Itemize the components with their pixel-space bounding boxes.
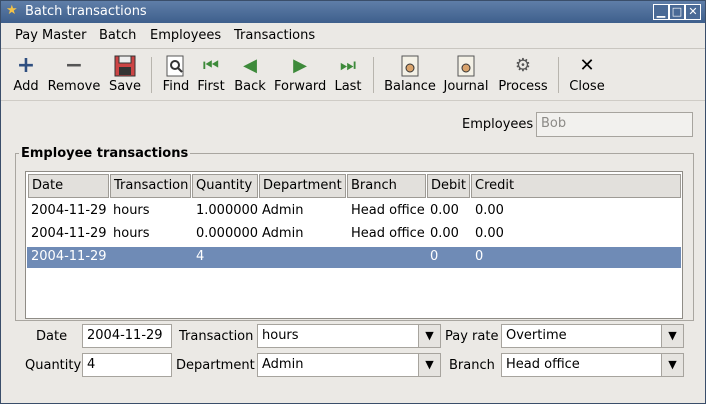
arrow-right-icon: ▶ (293, 55, 307, 76)
column-header-department[interactable]: Department (259, 174, 346, 198)
transactions-table[interactable]: Date Transaction Quantity Department Bra… (25, 171, 683, 319)
column-header-branch[interactable]: Branch (347, 174, 426, 198)
pay-rate-label: Pay rate (445, 329, 499, 344)
floppy-disk-icon (107, 55, 143, 77)
cell-date: 2004-11-29 (31, 203, 107, 218)
branch-select-value: Head office (506, 357, 580, 372)
save-button[interactable]: Save (107, 55, 143, 94)
cell-debit: 0.00 (430, 203, 459, 218)
cell-branch: Head office (351, 226, 425, 241)
branch-label: Branch (449, 358, 495, 373)
window-title: Batch transactions (25, 4, 147, 19)
pay-rate-select[interactable]: Overtime ▼ (501, 324, 684, 348)
remove-button[interactable]: − Remove (46, 53, 102, 95)
quantity-input[interactable]: 4 (82, 353, 172, 377)
column-header-date[interactable]: Date (28, 174, 109, 198)
menu-employees[interactable]: Employees (150, 28, 221, 43)
chevron-down-icon[interactable]: ▼ (661, 325, 683, 347)
first-button[interactable]: ⏮ First (196, 55, 226, 94)
journal-button[interactable]: Journal (442, 55, 490, 94)
department-select[interactable]: Admin ▼ (257, 353, 441, 377)
department-select-value: Admin (262, 357, 304, 372)
cell-credit: 0 (475, 249, 484, 264)
date-label: Date (36, 329, 68, 344)
cell-department: Admin (262, 203, 304, 218)
toolbar-separator (151, 57, 152, 93)
app-star-icon: ★ (6, 3, 18, 18)
balance-button[interactable]: Balance (383, 55, 437, 94)
chevron-down-icon[interactable]: ▼ (661, 354, 683, 376)
transaction-select[interactable]: hours ▼ (257, 324, 441, 348)
minimize-button[interactable]: ▁ (653, 4, 669, 20)
magnifier-icon (161, 55, 191, 77)
first-record-icon: ⏮ (202, 55, 220, 76)
branch-select[interactable]: Head office ▼ (501, 353, 684, 377)
frame-title: Employee transactions (19, 146, 191, 161)
quantity-label: Quantity (25, 358, 82, 373)
menu-batch[interactable]: Batch (99, 28, 136, 43)
cell-debit: 0 (430, 249, 439, 264)
batch-transactions-window: ★ Batch transactions ▁ □ ✕ Pay Master Ba… (0, 0, 706, 404)
date-input[interactable]: 2004-11-29 (82, 324, 172, 348)
add-button[interactable]: + Add (11, 53, 41, 95)
employees-field[interactable]: Bob (536, 112, 693, 137)
close-window-button[interactable]: ✕ (685, 4, 701, 20)
close-button[interactable]: ✕ Close (569, 55, 605, 94)
cell-credit: 0.00 (475, 203, 504, 218)
table-row[interactable]: 2004-11-29 hours 1.000000 Admin Head off… (27, 201, 681, 222)
title-bar: ★ Batch transactions ▁ □ ✕ (1, 1, 705, 23)
arrow-left-icon: ◀ (243, 55, 257, 76)
menu-transactions[interactable]: Transactions (234, 28, 315, 43)
menu-bar: Pay Master Batch Employees Transactions (1, 23, 705, 49)
toolbar-separator (558, 57, 559, 93)
cell-quantity: 0.000000 (196, 226, 259, 241)
cell-department: Admin (262, 226, 304, 241)
cell-debit: 0.00 (430, 226, 459, 241)
employees-label: Employees (462, 117, 534, 132)
back-button[interactable]: ◀ Back (233, 55, 267, 94)
chevron-down-icon[interactable]: ▼ (418, 325, 440, 347)
department-label: Department (176, 358, 255, 373)
table-row-selected[interactable]: 2004-11-29 4 0 0 (27, 247, 681, 268)
last-record-icon: ⏭ (339, 55, 357, 76)
journal-document-icon (442, 55, 490, 77)
column-header-credit[interactable]: Credit (471, 174, 681, 198)
transaction-select-value: hours (262, 328, 299, 343)
cell-branch: Head office (351, 203, 425, 218)
toolbar-separator (373, 57, 374, 93)
cell-quantity: 1.000000 (196, 203, 259, 218)
close-icon: ✕ (579, 55, 595, 76)
process-button[interactable]: ⚙ Process (497, 55, 549, 94)
find-button[interactable]: Find (161, 55, 191, 94)
gears-icon: ⚙ (514, 55, 532, 76)
chevron-down-icon[interactable]: ▼ (418, 354, 440, 376)
menu-pay-master[interactable]: Pay Master (15, 28, 86, 43)
cell-credit: 0.00 (475, 226, 504, 241)
cell-date: 2004-11-29 (31, 249, 107, 264)
plus-icon: + (16, 53, 36, 78)
cell-date: 2004-11-29 (31, 226, 107, 241)
cell-transaction: hours (113, 203, 150, 218)
last-button[interactable]: ⏭ Last (332, 55, 364, 94)
balance-document-icon (383, 55, 437, 77)
table-row[interactable]: 2004-11-29 hours 0.000000 Admin Head off… (27, 224, 681, 245)
column-header-debit[interactable]: Debit (427, 174, 470, 198)
pay-rate-select-value: Overtime (506, 328, 567, 343)
transaction-label: Transaction (179, 329, 254, 344)
cell-quantity: 4 (196, 249, 205, 264)
minus-icon: − (64, 53, 84, 78)
toolbar: + Add − Remove Save Find ⏮ First ◀ Back (1, 51, 705, 101)
column-header-quantity[interactable]: Quantity (192, 174, 258, 198)
column-header-transaction[interactable]: Transaction (110, 174, 191, 198)
maximize-button[interactable]: □ (669, 4, 685, 20)
forward-button[interactable]: ▶ Forward (274, 55, 326, 94)
cell-transaction: hours (113, 226, 150, 241)
